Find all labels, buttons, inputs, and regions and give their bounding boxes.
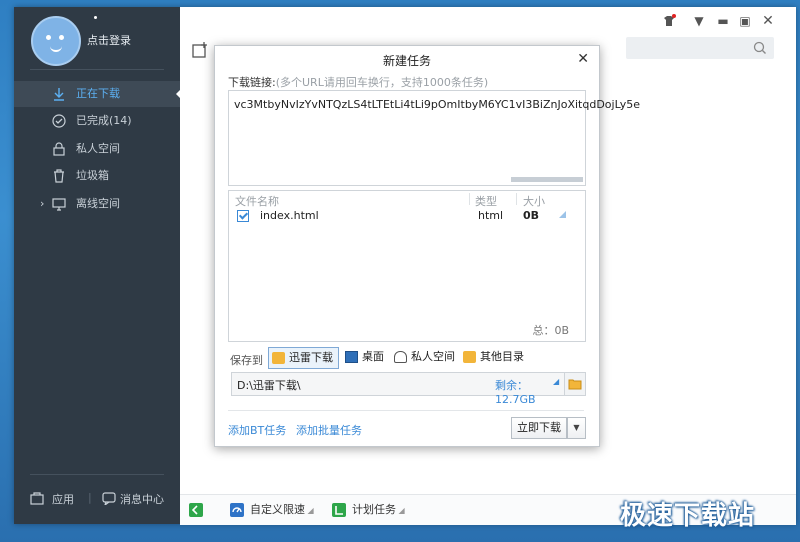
message-center-button[interactable]: 消息中心: [120, 491, 164, 507]
sidebar-item-label: 正在下载: [76, 87, 120, 100]
speed-limit-label: 自定义限速: [250, 503, 305, 516]
location-desktop-button[interactable]: 桌面: [345, 347, 384, 367]
column-header-name: 文件名称: [235, 195, 279, 208]
new-task-icon[interactable]: [192, 42, 208, 58]
avatar-eye-icon: [46, 35, 51, 40]
horizontal-scrollbar[interactable]: [511, 177, 583, 182]
file-name: index.html: [260, 209, 319, 222]
add-batch-task-link[interactable]: 添加批量任务: [296, 422, 362, 438]
url-label: 下载链接:(多个URL请用回车换行，支持1000条任务): [228, 74, 488, 90]
resize-corner-icon: [559, 211, 566, 218]
location-other-button[interactable]: 其他目录: [463, 347, 524, 367]
schedule-button[interactable]: 计划任务 ◢: [332, 502, 405, 518]
desktop-icon: [345, 351, 358, 363]
sidebar: 点击登录 正在下载 已完成(14) 私人空间 垃圾箱 › 离线空间 应用 | 消…: [14, 7, 181, 524]
schedule-icon: [332, 503, 346, 517]
lock-icon: [53, 142, 65, 156]
divider: [516, 193, 517, 205]
close-icon[interactable]: ✕: [761, 14, 775, 28]
url-label-text: 下载链接:: [228, 76, 276, 89]
avatar-mouth-icon: [50, 45, 62, 52]
sidebar-item-label: 已完成(14): [76, 114, 132, 127]
chevron-right-icon[interactable]: ›: [40, 191, 44, 217]
folder-icon: [463, 351, 476, 363]
watermark: 极速下载站: [620, 501, 756, 531]
trash-icon: [54, 169, 64, 183]
minimize-icon[interactable]: ▬: [716, 14, 730, 28]
apps-button[interactable]: 应用: [52, 491, 74, 507]
url-hint: (多个URL请用回车换行，支持1000条任务): [275, 76, 489, 89]
divider: [469, 193, 470, 205]
location-private-space-button[interactable]: 私人空间: [394, 347, 455, 367]
download-arrow-icon: [54, 88, 64, 101]
sidebar-item-offline-space[interactable]: › 离线空间: [14, 191, 180, 217]
dialog-title: 新建任务: [382, 54, 431, 68]
file-table: 文件名称 类型 大小 index.html html 0B 总：0B: [228, 190, 586, 342]
sidebar-item-completed[interactable]: 已完成(14): [14, 108, 180, 134]
dropdown-arrow-icon[interactable]: ◢: [553, 377, 559, 386]
close-icon[interactable]: ✕: [577, 51, 589, 67]
new-task-dialog: 新建任务 ✕ 下载链接:(多个URL请用回车换行，支持1000条任务) vc3M…: [214, 45, 640, 447]
message-icon: [102, 492, 116, 505]
check-circle-icon: [52, 114, 66, 128]
apps-icon: [30, 492, 44, 505]
column-header-type: 类型: [475, 195, 497, 208]
maximize-icon[interactable]: ▣: [738, 14, 752, 28]
location-label: 其他目录: [480, 350, 524, 363]
location-label: 私人空间: [411, 350, 455, 363]
location-label: 迅雷下载: [289, 351, 333, 364]
divider: |: [88, 491, 92, 504]
folder-icon: [568, 379, 582, 390]
search-icon[interactable]: [753, 41, 767, 55]
status-dot: [94, 16, 97, 19]
avatar-eye-icon: [59, 35, 64, 40]
skin-icon[interactable]: [662, 14, 676, 28]
add-bt-task-link[interactable]: 添加BT任务: [228, 422, 286, 438]
speed-icon: [230, 503, 244, 517]
sidebar-item-trash[interactable]: 垃圾箱: [14, 163, 180, 189]
schedule-label: 计划任务: [352, 503, 396, 516]
chevron-down-icon[interactable]: ▼: [567, 417, 586, 439]
sidebar-item-private-space[interactable]: 私人空间: [14, 136, 180, 162]
sidebar-bottom: 应用 | 消息中心: [14, 487, 180, 511]
search-input[interactable]: [626, 37, 774, 59]
url-textarea[interactable]: vc3MtbyNvIzYvNTQzLS4tLTEtLi4tLi9pOmItbyM…: [228, 90, 640, 186]
login-link[interactable]: 点击登录: [87, 32, 131, 48]
divider: [30, 69, 164, 70]
location-xunlei-button[interactable]: 迅雷下载: [268, 347, 339, 369]
file-size: 0B: [523, 209, 540, 222]
sidebar-item-label: 私人空间: [76, 142, 120, 155]
save-to-label: 保存到: [230, 354, 263, 367]
location-label: 桌面: [362, 350, 384, 363]
divider: [30, 474, 164, 475]
browse-folder-button[interactable]: [564, 372, 586, 396]
sidebar-item-label: 离线空间: [76, 197, 120, 210]
private-space-icon: [394, 351, 407, 363]
avatar[interactable]: [31, 16, 81, 66]
menu-icon[interactable]: ▼: [692, 14, 706, 28]
save-path-value: D:\迅雷下载\: [237, 379, 301, 392]
speed-limit-button[interactable]: 自定义限速 ◢: [230, 502, 314, 518]
download-now-button[interactable]: 立即下载: [511, 417, 567, 439]
save-path-field[interactable]: D:\迅雷下载\ 剩余：12.7GB ◢: [231, 372, 566, 406]
collapse-sidebar-icon[interactable]: [189, 503, 203, 517]
file-checkbox[interactable]: [237, 210, 249, 222]
sidebar-item-label: 垃圾箱: [76, 169, 109, 182]
column-header-size: 大小: [523, 195, 545, 208]
total-size: 总：0B: [532, 324, 569, 337]
xunlei-folder-icon: [272, 352, 285, 364]
sidebar-item-downloading[interactable]: 正在下载: [14, 81, 181, 107]
url-value: vc3MtbyNvIzYvNTQzLS4tLTEtLi4tLi9pOmItbyM…: [234, 98, 640, 111]
file-type: html: [478, 209, 504, 222]
cloud-monitor-icon: [52, 198, 66, 211]
divider: [228, 410, 584, 411]
